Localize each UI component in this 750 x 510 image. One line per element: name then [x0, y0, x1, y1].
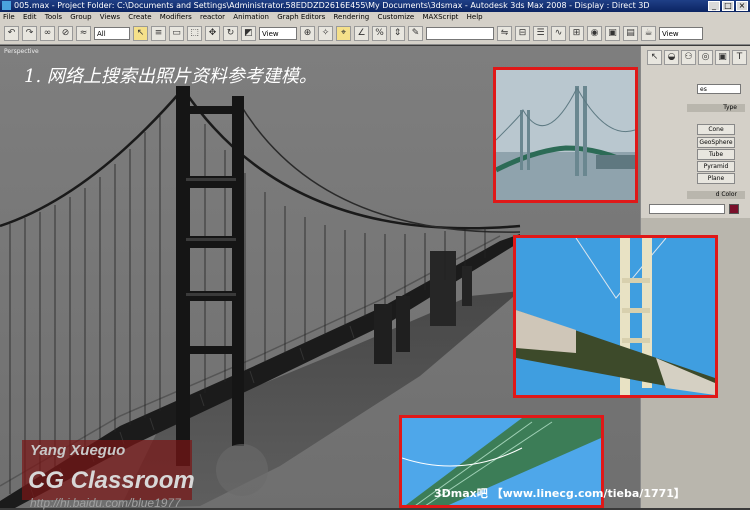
- utilities-tab-icon[interactable]: T: [732, 50, 747, 65]
- select-by-name-icon[interactable]: ≡: [151, 26, 166, 41]
- menu-help[interactable]: Help: [467, 13, 483, 21]
- scale-icon[interactable]: ◩: [241, 26, 256, 41]
- title-bar: 005.max - Project Folder: C:\Documents a…: [0, 0, 750, 12]
- close-button[interactable]: ×: [736, 1, 748, 11]
- object-name-field[interactable]: [649, 204, 725, 214]
- selection-filter-select[interactable]: All: [94, 27, 130, 40]
- minimize-button[interactable]: _: [708, 1, 720, 11]
- object-type-rollout[interactable]: Type: [687, 104, 745, 112]
- edit-named-selection-icon[interactable]: ✎: [408, 26, 423, 41]
- schematic-view-icon[interactable]: ⊞: [569, 26, 584, 41]
- window-crossing-icon[interactable]: ⬚: [187, 26, 202, 41]
- spinner-snap-icon[interactable]: ⇕: [390, 26, 405, 41]
- curve-editor-icon[interactable]: ∿: [551, 26, 566, 41]
- menu-animation[interactable]: Animation: [233, 13, 269, 21]
- reference-photo-2: [513, 235, 718, 398]
- menu-edit[interactable]: Edit: [23, 13, 37, 21]
- select-object-icon[interactable]: ↖: [133, 26, 148, 41]
- quick-render-icon[interactable]: ☕: [641, 26, 656, 41]
- manipulate-icon[interactable]: ✧: [318, 26, 333, 41]
- window-title: 005.max - Project Folder: C:\Documents a…: [14, 1, 650, 10]
- app-icon: [2, 1, 11, 10]
- reference-coordinate-select[interactable]: View: [259, 27, 297, 40]
- name-color-rollout[interactable]: d Color: [687, 191, 745, 199]
- menu-views[interactable]: Views: [100, 13, 120, 21]
- watermark-author-name: Yang Xueguo: [30, 442, 126, 459]
- align-icon[interactable]: ⊟: [515, 26, 530, 41]
- render-view-select[interactable]: View: [659, 27, 703, 40]
- menu-group[interactable]: Group: [70, 13, 91, 21]
- render-setup-icon[interactable]: ▣: [605, 26, 620, 41]
- watermark-brand: CG Classroom: [28, 467, 195, 494]
- unlink-icon[interactable]: ⊘: [58, 26, 73, 41]
- snap-toggle-icon[interactable]: ⌖: [336, 26, 351, 41]
- undo-icon[interactable]: ↶: [4, 26, 19, 41]
- mirror-icon[interactable]: ⇋: [497, 26, 512, 41]
- menu-maxscript[interactable]: MAXScript: [422, 13, 458, 21]
- motion-tab-icon[interactable]: ◎: [698, 50, 713, 65]
- menu-create[interactable]: Create: [128, 13, 151, 21]
- modify-tab-icon[interactable]: ◒: [664, 50, 679, 65]
- move-icon[interactable]: ✥: [205, 26, 220, 41]
- menu-customize[interactable]: Customize: [377, 13, 414, 21]
- command-panel-tabs: ↖ ◒ ⚇ ◎ ▣ T: [647, 50, 747, 65]
- geosphere-button[interactable]: GeoSphere: [697, 137, 735, 148]
- step-caption: 1. 网络上搜索出照片资料参考建模。: [24, 66, 317, 87]
- render-frame-icon[interactable]: ▤: [623, 26, 638, 41]
- author-watermark: Yang Xueguo CG Classroom http://hi.baidu…: [22, 440, 280, 510]
- pyramid-button[interactable]: Pyramid: [697, 161, 735, 172]
- display-tab-icon[interactable]: ▣: [715, 50, 730, 65]
- named-selection-sets-select[interactable]: [426, 27, 494, 40]
- layer-manager-icon[interactable]: ☰: [533, 26, 548, 41]
- menu-rendering[interactable]: Rendering: [334, 13, 370, 21]
- viewport-label[interactable]: Perspective: [4, 48, 39, 55]
- hierarchy-tab-icon[interactable]: ⚇: [681, 50, 696, 65]
- menu-bar: File Edit Tools Group Views Create Modif…: [0, 12, 750, 23]
- menu-modifiers[interactable]: Modifiers: [160, 13, 192, 21]
- bind-space-warp-icon[interactable]: ≈: [76, 26, 91, 41]
- pivot-center-icon[interactable]: ⊕: [300, 26, 315, 41]
- rectangular-selection-icon[interactable]: ▭: [169, 26, 184, 41]
- reference-photo-1: [493, 67, 638, 203]
- menu-reactor[interactable]: reactor: [200, 13, 225, 21]
- main-toolbar: ↶ ↷ ∞ ⊘ ≈ All ↖ ≡ ▭ ⬚ ✥ ↻ ◩ View ⊕ ✧ ⌖ ∠…: [0, 23, 750, 45]
- cone-button[interactable]: Cone: [697, 124, 735, 135]
- object-category-select[interactable]: es: [697, 84, 741, 94]
- angle-snap-icon[interactable]: ∠: [354, 26, 369, 41]
- material-editor-icon[interactable]: ◉: [587, 26, 602, 41]
- tube-button[interactable]: Tube: [697, 149, 735, 160]
- menu-tools[interactable]: Tools: [45, 13, 62, 21]
- redo-icon[interactable]: ↷: [22, 26, 37, 41]
- object-color-swatch[interactable]: [729, 204, 739, 214]
- maximize-button[interactable]: □: [722, 1, 734, 11]
- menu-file[interactable]: File: [3, 13, 15, 21]
- percent-snap-icon[interactable]: %: [372, 26, 387, 41]
- rotate-icon[interactable]: ↻: [223, 26, 238, 41]
- menu-graph-editors[interactable]: Graph Editors: [277, 13, 325, 21]
- create-tab-icon[interactable]: ↖: [647, 50, 662, 65]
- site-watermark: 3Dmax吧 【www.linecg.com/tieba/1771】: [434, 487, 685, 500]
- window-controls: _ □ ×: [708, 1, 748, 11]
- plane-button[interactable]: Plane: [697, 173, 735, 184]
- link-icon[interactable]: ∞: [40, 26, 55, 41]
